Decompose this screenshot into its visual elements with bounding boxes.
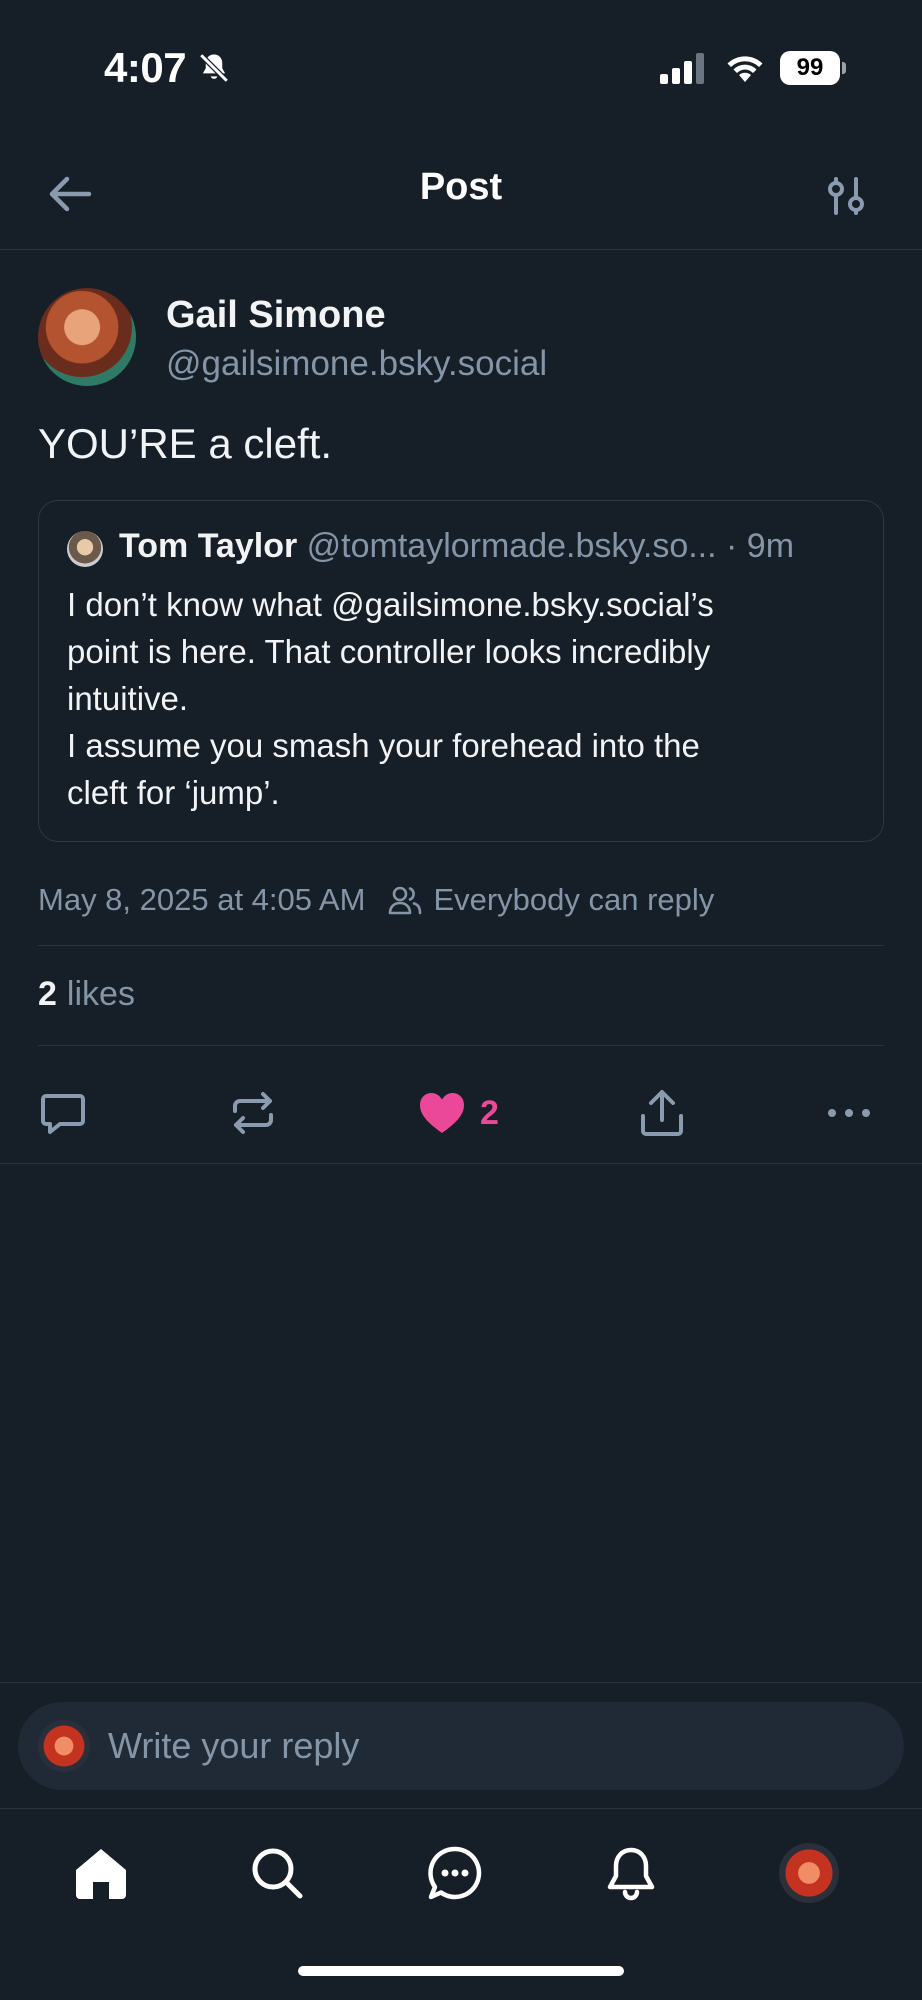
- author-avatar[interactable]: [38, 288, 136, 386]
- divider: [0, 1808, 922, 1809]
- quote-text: I don’t know what @gailsimone.bsky.socia…: [67, 581, 867, 816]
- divider: [0, 1163, 922, 1164]
- people-icon: [389, 886, 422, 915]
- reply-button[interactable]: [38, 1080, 88, 1146]
- author-name[interactable]: Gail Simone: [166, 294, 386, 337]
- cellular-signal-icon: [660, 53, 704, 84]
- quote-text-line: I don’t know what @gailsimone.bsky.socia…: [67, 586, 714, 623]
- quote-text-line: I assume you smash your forehead into th…: [67, 727, 700, 764]
- reply-setting[interactable]: Everybody can reply: [433, 882, 714, 918]
- post-text: YOU’RE a cleft.: [38, 420, 333, 467]
- search-icon: [252, 1848, 303, 1899]
- share-icon: [641, 1090, 683, 1136]
- reply-icon: [41, 1094, 85, 1134]
- home-icon: [76, 1849, 126, 1899]
- quote-text-line: intuitive.: [67, 680, 189, 717]
- battery-level: 99: [780, 51, 840, 85]
- reply-input[interactable]: [108, 1702, 868, 1790]
- tab-search[interactable]: [242, 1838, 312, 1908]
- page-title: Post: [419, 166, 503, 208]
- likes-summary[interactable]: 2 likes: [38, 975, 135, 1014]
- bell-icon: [607, 1847, 655, 1901]
- quote-header: Tom Taylor @tomtaylormade.bsky.so... · 9…: [119, 527, 869, 566]
- home-indicator: [298, 1966, 624, 1976]
- author-handle[interactable]: @gailsimone.bsky.social: [166, 344, 547, 384]
- my-avatar: [38, 1720, 90, 1772]
- post-header: Post: [0, 150, 922, 250]
- heart-icon: [420, 1093, 464, 1133]
- likes-label: likes: [66, 975, 135, 1013]
- like-button[interactable]: 2: [418, 1080, 499, 1146]
- more-options-button[interactable]: [826, 1080, 872, 1146]
- divider: [38, 945, 884, 946]
- quote-author-avatar: [67, 531, 103, 567]
- wifi-icon: [727, 56, 763, 82]
- status-bar: 4:07 99: [0, 0, 922, 130]
- tab-profile[interactable]: [774, 1838, 844, 1908]
- chat-icon: [428, 1846, 482, 1900]
- like-count: 2: [480, 1093, 499, 1132]
- post-actions: 2: [0, 1070, 922, 1166]
- share-button[interactable]: [638, 1080, 686, 1146]
- divider: [0, 1682, 922, 1683]
- post-meta: May 8, 2025 at 4:05 AM Everybody can rep…: [38, 878, 714, 922]
- repost-button[interactable]: [228, 1080, 278, 1146]
- quote-time: · 9m: [726, 527, 795, 565]
- quote-author-name: Tom Taylor: [119, 527, 298, 565]
- bell-off-icon: [199, 53, 229, 83]
- tab-home[interactable]: [66, 1838, 136, 1908]
- thread-settings-button[interactable]: [818, 168, 874, 224]
- tab-notifications[interactable]: [596, 1838, 666, 1908]
- sliders-icon: [828, 177, 864, 215]
- quoted-post[interactable]: Tom Taylor @tomtaylormade.bsky.so... · 9…: [38, 500, 884, 842]
- quote-text-line: point is here. That controller looks inc…: [67, 633, 711, 670]
- tab-chat[interactable]: [420, 1838, 490, 1908]
- more-icon: [828, 1109, 870, 1117]
- divider: [38, 1045, 884, 1046]
- profile-avatar: [779, 1843, 839, 1903]
- battery-indicator: 99: [780, 51, 846, 85]
- quote-author-handle: @tomtaylormade.bsky.so...: [306, 527, 717, 565]
- post-timestamp: May 8, 2025 at 4:05 AM: [38, 882, 366, 917]
- reply-composer[interactable]: [18, 1702, 904, 1790]
- status-time: 4:07: [104, 44, 187, 91]
- battery-cap: [842, 62, 846, 74]
- likes-count: 2: [38, 975, 57, 1013]
- quote-text-line: cleft for ‘jump’.: [67, 774, 280, 811]
- repost-icon: [233, 1092, 273, 1134]
